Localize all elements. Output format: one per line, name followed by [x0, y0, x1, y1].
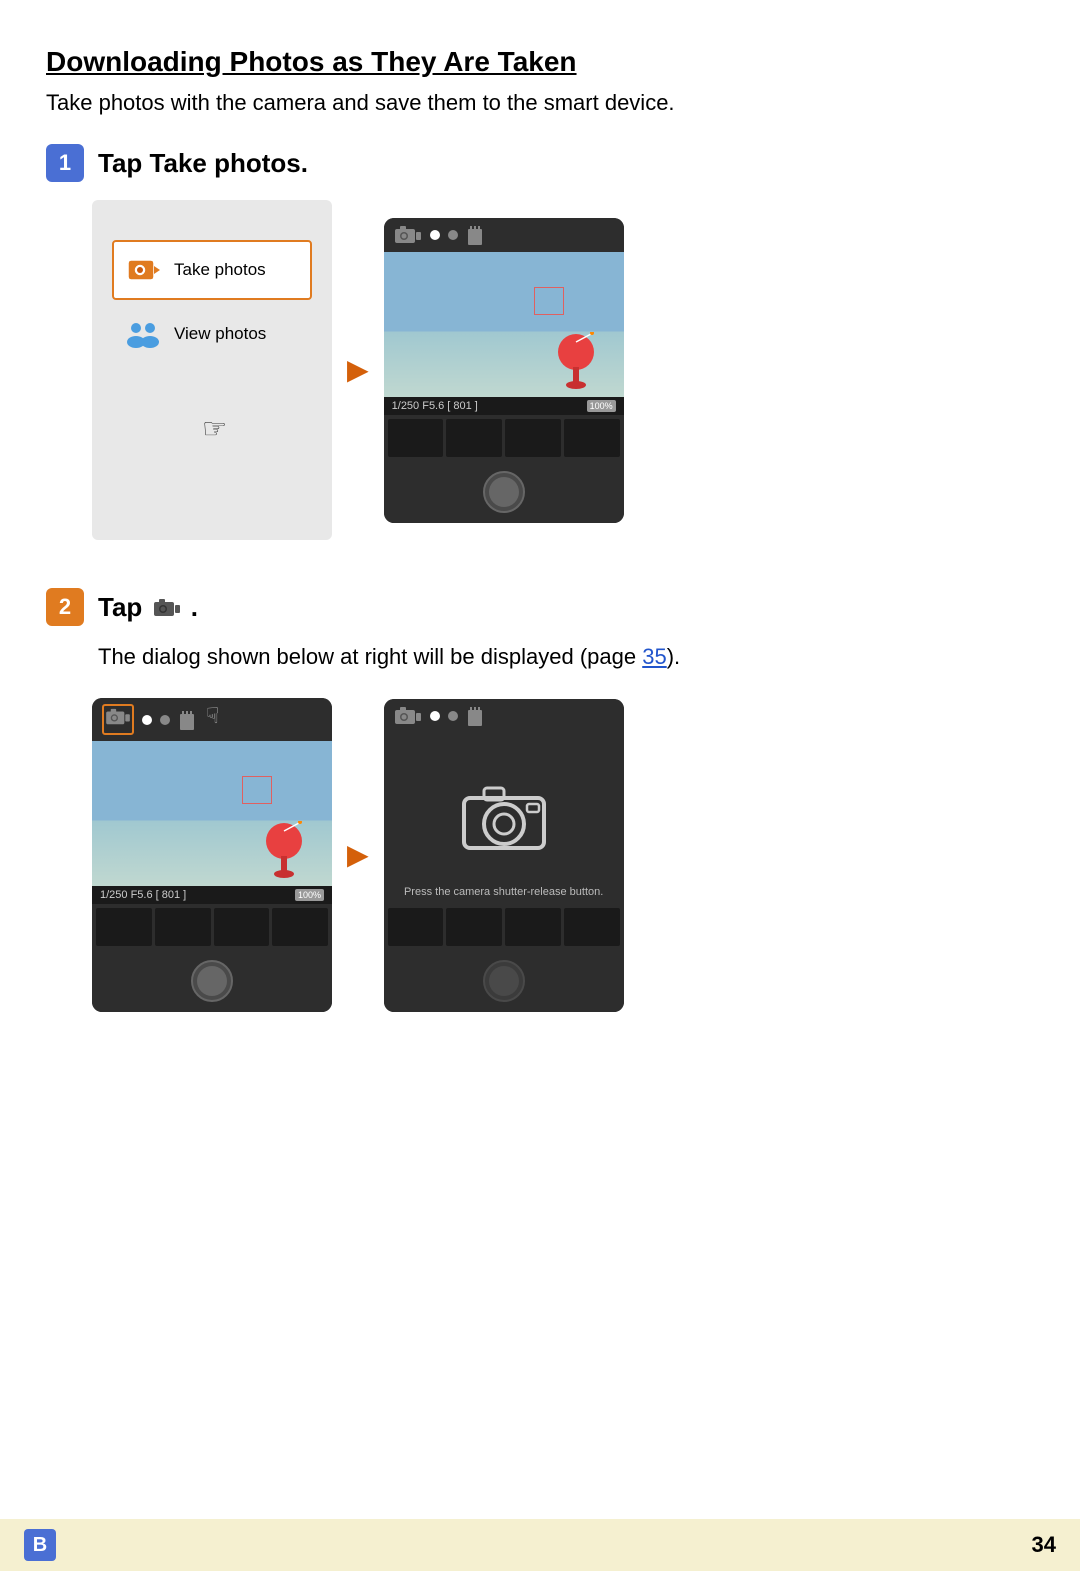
camera-icon-topbar1	[394, 224, 422, 246]
footer-page-number: 34	[1032, 1532, 1056, 1558]
arrow-between-screens2: ►	[332, 834, 384, 876]
footer-b-badge: B	[24, 1529, 56, 1561]
camera-shutter-bar3	[384, 950, 624, 1012]
take-photos-icon	[128, 254, 160, 286]
cursor-hand-icon: ☞	[202, 412, 227, 445]
sd-card-icon1	[466, 225, 484, 245]
camera-infobar1: 1/250 F5.6 [ 801 ] 100%	[384, 397, 624, 415]
step2-screens: ☟ 1/250 F5.6 [ 801 ] 100%	[92, 698, 1034, 1012]
battery-badge1: 100%	[587, 400, 616, 412]
camera-viewfinder-screen1: 1/250 F5.6 [ 801 ] 100%	[384, 218, 624, 523]
view-photos-label: View photos	[174, 324, 266, 344]
thumb6	[155, 908, 211, 946]
camera-viewfinder-screen2: ☟ 1/250 F5.6 [ 801 ] 100%	[92, 698, 332, 1012]
topbar-dot2	[448, 230, 458, 240]
thumb3	[505, 419, 561, 457]
camera-icon-highlighted	[102, 704, 134, 735]
thumb8	[272, 908, 328, 946]
focus-box1	[534, 287, 564, 315]
thumb1	[388, 419, 444, 457]
cursor-hand-topbar: ☟	[206, 703, 219, 729]
camera-shutter-bar2	[92, 950, 332, 1012]
page-link[interactable]: 35	[642, 644, 666, 669]
thumb7	[214, 908, 270, 946]
tap-camera-icon	[153, 597, 181, 621]
step2-section: 2 Tap . The dialog shown below at right …	[46, 588, 1034, 1012]
page-title: Downloading Photos as They Are Taken	[46, 46, 1034, 78]
waiting-topbar	[384, 699, 624, 733]
sd-card-icon2	[178, 710, 196, 730]
view-photos-icon	[126, 320, 160, 348]
take-photos-label: Take photos	[174, 260, 266, 280]
menu-screen: Take photos View photos ☞	[92, 200, 332, 540]
viewfinder-bg2	[92, 741, 332, 886]
focus-box2	[242, 776, 272, 804]
shutter-button2[interactable]	[191, 960, 233, 1002]
thumb9	[388, 908, 444, 946]
subtitle: Take photos with the camera and save the…	[46, 90, 1034, 116]
camera-topbar2: ☟	[92, 698, 332, 741]
step2-label: Tap .	[98, 592, 198, 623]
cocktail-image2	[257, 821, 312, 886]
step1-screens: Take photos View photos ☞ ►	[92, 200, 1034, 540]
step1-label: Tap Take photos.	[98, 148, 308, 179]
camera-shutter-bar1	[384, 461, 624, 523]
topbar-dot-active1	[430, 230, 440, 240]
big-camera-icon	[459, 778, 549, 853]
shutter-button1[interactable]	[483, 471, 525, 513]
thumb4	[564, 419, 620, 457]
camera-thumbnails2	[92, 904, 332, 950]
waiting-screen: Press the camera shutter-release button.	[384, 699, 624, 1012]
topbar-dot-active3	[430, 711, 440, 721]
waiting-content	[384, 733, 624, 878]
shutter-inner3	[489, 966, 519, 996]
thumb2	[446, 419, 502, 457]
shutter-inner1	[489, 477, 519, 507]
thumb5	[96, 908, 152, 946]
sd-card-icon3	[466, 706, 484, 726]
view-photos-menu-item[interactable]: View photos	[112, 308, 312, 360]
battery-badge2: 100%	[295, 889, 324, 901]
camera-viewfinder1	[384, 252, 624, 397]
waiting-text: Press the camera shutter-release button.	[384, 878, 624, 904]
step2-desc: The dialog shown below at right will be …	[98, 644, 1034, 670]
topbar-dot-active2	[142, 715, 152, 725]
thumb10	[446, 908, 502, 946]
camera-icon-topbar3	[394, 705, 422, 727]
shutter-inner2	[197, 966, 227, 996]
step2-badge: 2	[46, 588, 84, 626]
camera-viewfinder2	[92, 741, 332, 886]
viewfinder-bg1	[384, 252, 624, 397]
take-photos-menu-item[interactable]: Take photos	[112, 240, 312, 300]
camera-icon-topbar2	[105, 707, 131, 727]
cocktail-image1	[549, 332, 604, 397]
camera-topbar1	[384, 218, 624, 252]
step1-badge: 1	[46, 144, 84, 182]
topbar-dot4	[448, 711, 458, 721]
topbar-dot3	[160, 715, 170, 725]
step2-header: 2 Tap .	[46, 588, 1034, 626]
step1-header: 1 Tap Take photos.	[46, 144, 1034, 182]
camera-thumbnails1	[384, 415, 624, 461]
shutter-button3	[483, 960, 525, 1002]
arrow-between-screens: ►	[332, 349, 384, 391]
camera-thumbnails3	[384, 904, 624, 950]
thumb11	[505, 908, 561, 946]
camera-infobar2: 1/250 F5.6 [ 801 ] 100%	[92, 886, 332, 904]
page-footer: B 34	[0, 1519, 1080, 1571]
thumb12	[564, 908, 620, 946]
